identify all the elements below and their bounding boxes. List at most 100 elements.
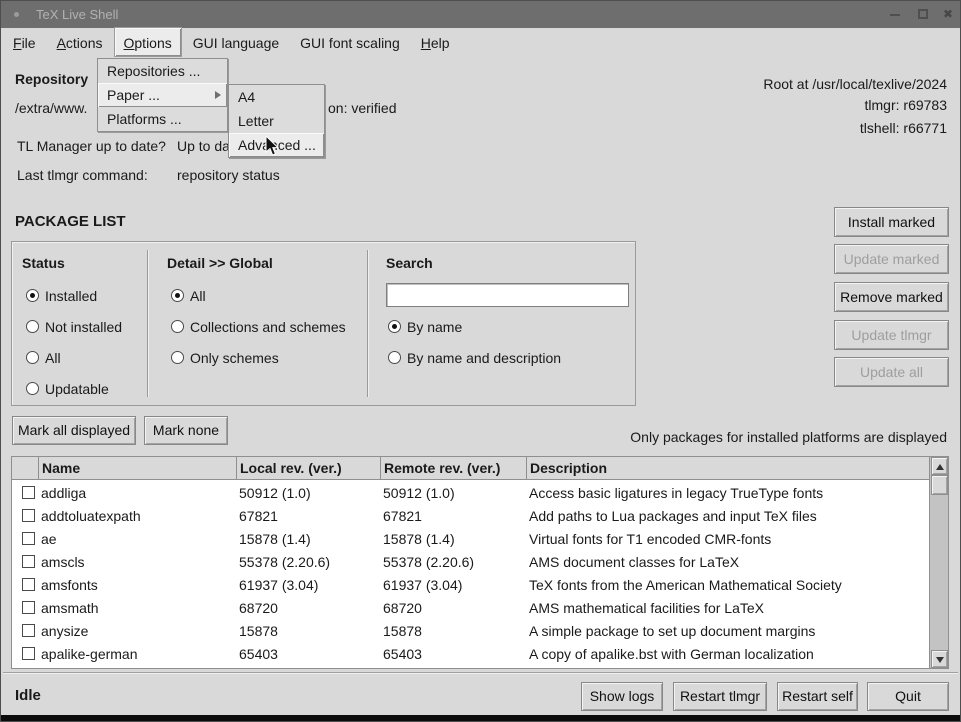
radio-detail-all[interactable]: All (171, 287, 206, 304)
minimize-button[interactable] (883, 1, 907, 28)
menu-help[interactable]: Help (412, 28, 459, 56)
menu-file[interactable]: File (4, 28, 45, 56)
filter-panel: Status Installed Not installed All Updat… (11, 241, 636, 406)
menuitem-repositories[interactable]: Repositories ... (98, 59, 227, 83)
update-marked-button[interactable]: Update marked (834, 244, 949, 274)
menu-gui-font-scaling[interactable]: GUI font scaling (291, 28, 409, 56)
cell-name: amsmath (38, 600, 236, 616)
menu-actions[interactable]: Actions (48, 28, 112, 56)
radio-by-name-description[interactable]: By name and description (388, 349, 561, 366)
radio-label: All (45, 350, 61, 366)
menuitem-paper-label: Paper ... (107, 87, 160, 103)
radio-only-schemes[interactable]: Only schemes (171, 349, 279, 366)
table-row[interactable]: ae 15878 (1.4) 15878 (1.4) Virtual fonts… (12, 527, 929, 550)
update-all-button[interactable]: Update all (834, 357, 949, 387)
mark-all-displayed-button[interactable]: Mark all displayed (12, 416, 136, 445)
radio-updatable[interactable]: Updatable (26, 380, 109, 397)
row-checkbox[interactable] (22, 601, 35, 614)
table-row[interactable]: apalike-german 65403 65403 A copy of apa… (12, 642, 929, 665)
cell-local-rev: 50912 (1.0) (236, 485, 380, 501)
radio-icon (171, 351, 184, 364)
menuitem-a4[interactable]: A4 (229, 85, 324, 109)
header-remote-rev[interactable]: Remote rev. (ver.) (380, 457, 526, 479)
detail-heading: Detail >> Global (167, 255, 273, 271)
header-local-rev[interactable]: Local rev. (ver.) (236, 457, 380, 479)
remove-marked-button[interactable]: Remove marked (834, 282, 949, 312)
radio-installed[interactable]: Installed (26, 287, 97, 304)
restart-tlmgr-button[interactable]: Restart tlmgr (673, 682, 767, 711)
cell-remote-rev: 50912 (1.0) (380, 485, 526, 501)
header-description[interactable]: Description (526, 457, 929, 479)
scroll-down-button[interactable] (931, 650, 948, 668)
menuitem-platforms[interactable]: Platforms ... (98, 107, 227, 131)
cell-name: addtoluatexpath (38, 508, 236, 524)
radio-icon (171, 320, 184, 333)
tlmgr-revision: tlmgr: r69783 (865, 97, 947, 113)
install-marked-button[interactable]: Install marked (834, 207, 949, 237)
tl-manager-value: Up to da (177, 138, 230, 154)
status-heading: Status (22, 255, 65, 271)
radio-label: Collections and schemes (190, 319, 346, 335)
row-checkbox[interactable] (22, 486, 35, 499)
cell-description: Add paths to Lua packages and input TeX … (526, 508, 929, 524)
package-list-heading: PACKAGE LIST (15, 213, 126, 230)
root-path: Root at /usr/local/texlive/2024 (763, 76, 947, 92)
vertical-scrollbar[interactable] (929, 457, 948, 668)
radio-icon (388, 320, 401, 333)
scroll-up-button[interactable] (931, 457, 948, 475)
row-checkbox[interactable] (22, 532, 35, 545)
quit-button[interactable]: Quit (867, 682, 949, 711)
radio-label: All (190, 288, 206, 304)
radio-icon (26, 351, 39, 364)
radio-by-name[interactable]: By name (388, 318, 462, 335)
table-row[interactable]: anysize 15878 15878 A simple package to … (12, 619, 929, 642)
menu-gui-language[interactable]: GUI language (184, 28, 288, 56)
radio-icon (171, 289, 184, 302)
repository-heading: Repository (15, 71, 88, 87)
window-title: TeX Live Shell (36, 7, 118, 22)
titlebar: TeX Live Shell ✖ (1, 1, 960, 28)
row-checkbox[interactable] (22, 624, 35, 637)
cell-name: addliga (38, 485, 236, 501)
cell-local-rev: 15878 (236, 623, 380, 639)
close-button[interactable]: ✖ (936, 1, 960, 28)
radio-not-installed[interactable]: Not installed (26, 318, 122, 335)
cell-description: Access basic ligatures in legacy TrueTyp… (526, 485, 929, 501)
update-tlmgr-button[interactable]: Update tlmgr (834, 320, 949, 350)
row-checkbox[interactable] (22, 578, 35, 591)
cell-description: TeX fonts from the American Mathematical… (526, 577, 929, 593)
menuitem-letter[interactable]: Letter (229, 109, 324, 133)
radio-all-status[interactable]: All (26, 349, 61, 366)
table-row[interactable]: addtoluatexpath 67821 67821 Add paths to… (12, 504, 929, 527)
table-row[interactable]: amsmath 68720 68720 AMS mathematical fac… (12, 596, 929, 619)
scrollbar-thumb[interactable] (931, 475, 948, 495)
maximize-button[interactable] (911, 1, 935, 28)
radio-icon (26, 320, 39, 333)
row-checkbox[interactable] (22, 509, 35, 522)
cell-remote-rev: 15878 (1.4) (380, 531, 526, 547)
radio-label: Only schemes (190, 350, 279, 366)
restart-self-button[interactable]: Restart self (777, 682, 858, 711)
menu-options[interactable]: Options (115, 28, 181, 56)
tl-manager-label: TL Manager up to date? (17, 138, 166, 154)
menuitem-paper[interactable]: Paper ... (98, 83, 227, 107)
table-row[interactable]: amscls 55378 (2.20.6) 55378 (2.20.6) AMS… (12, 550, 929, 573)
cell-name: amsfonts (38, 577, 236, 593)
platforms-note: Only packages for installed platforms ar… (630, 429, 947, 445)
cell-remote-rev: 65403 (380, 646, 526, 662)
mark-none-button[interactable]: Mark none (144, 416, 228, 445)
maximize-icon (918, 9, 928, 19)
header-checkbox-column[interactable] (12, 457, 38, 479)
panel-divider (367, 250, 368, 397)
radio-collections-schemes[interactable]: Collections and schemes (171, 318, 346, 335)
row-checkbox[interactable] (22, 647, 35, 660)
table-row[interactable]: amsfonts 61937 (3.04) 61937 (3.04) TeX f… (12, 573, 929, 596)
show-logs-button[interactable]: Show logs (581, 682, 663, 711)
row-checkbox[interactable] (22, 555, 35, 568)
cell-name: anysize (38, 623, 236, 639)
table-row[interactable]: addliga 50912 (1.0) 50912 (1.0) Access b… (12, 481, 929, 504)
cell-remote-rev: 15878 (380, 623, 526, 639)
cell-local-rev: 15878 (1.4) (236, 531, 380, 547)
search-input[interactable] (386, 283, 629, 307)
header-name[interactable]: Name (38, 457, 236, 479)
